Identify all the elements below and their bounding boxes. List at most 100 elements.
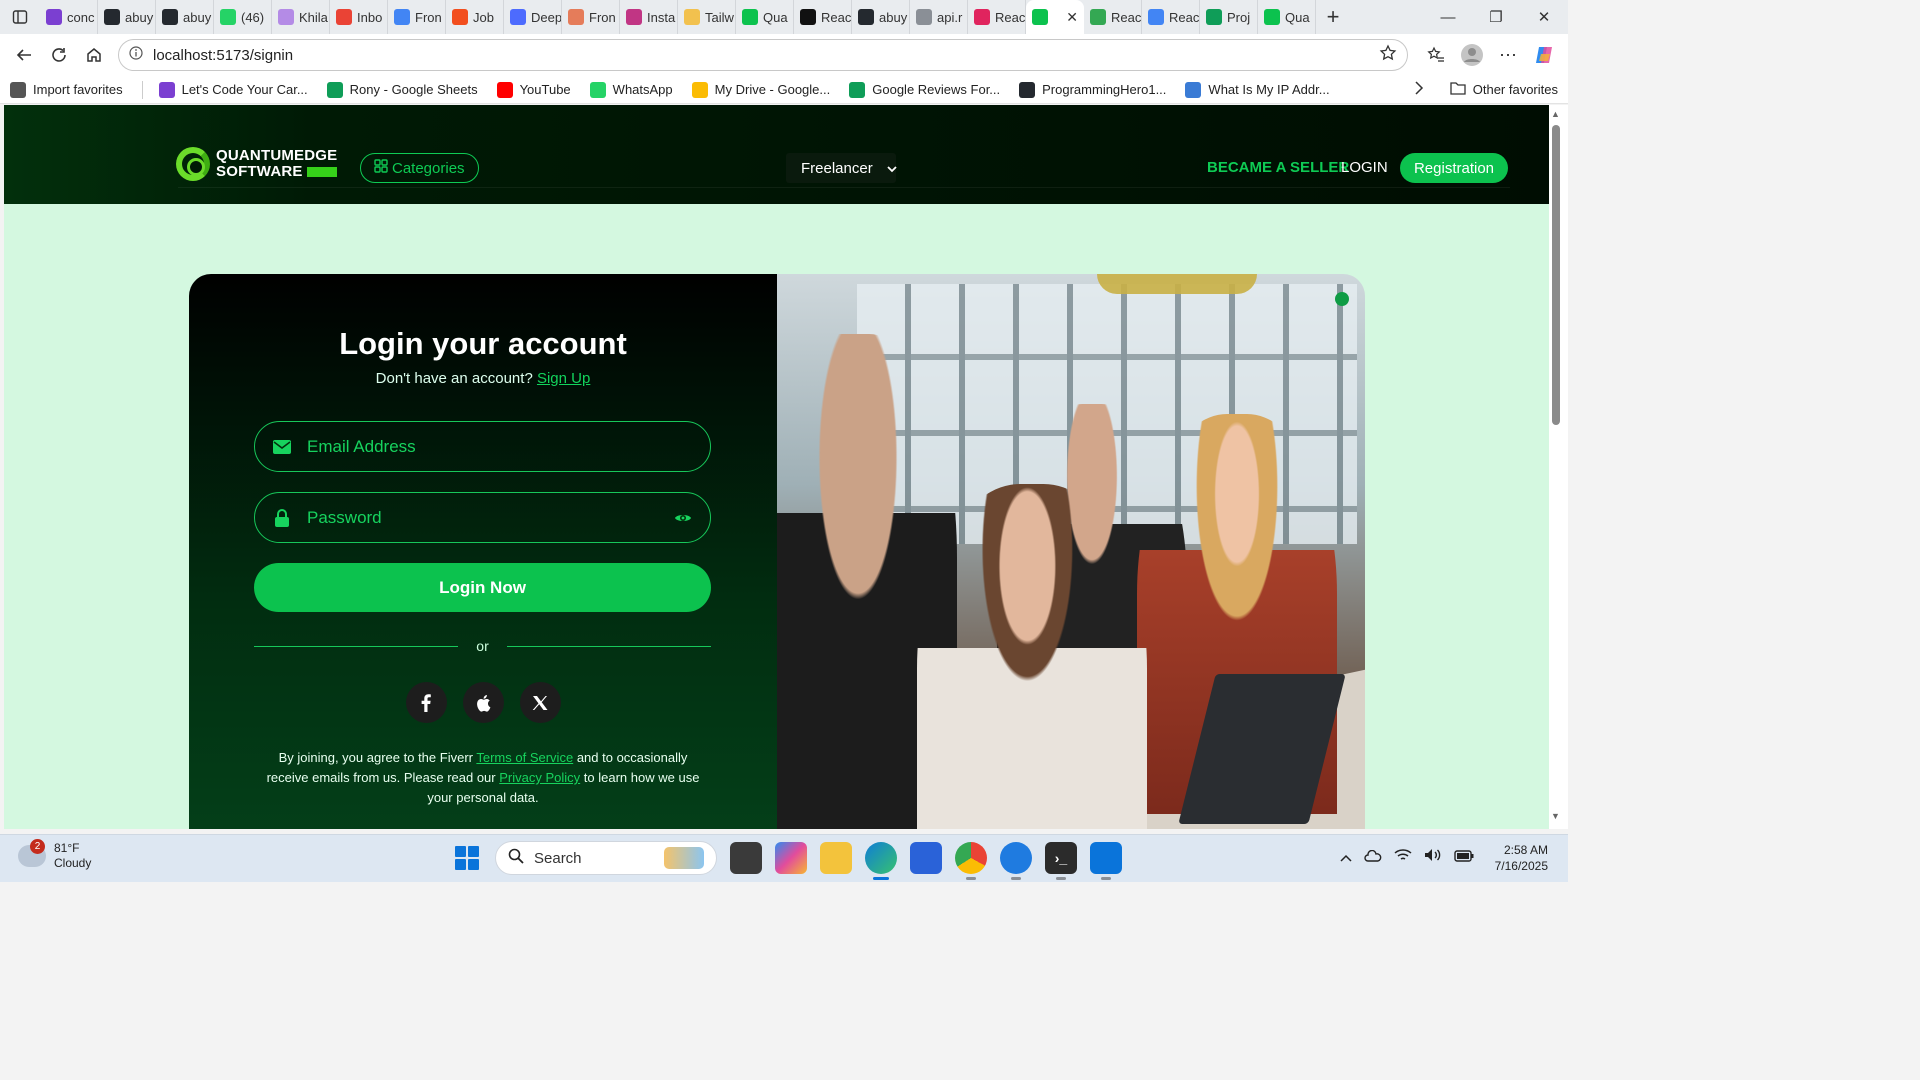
vscode-icon[interactable] xyxy=(1090,842,1122,880)
tab-label: Insta xyxy=(647,9,676,25)
browser-tab[interactable]: Tailw xyxy=(678,0,736,34)
profile-avatar[interactable] xyxy=(1454,37,1490,73)
favorite-item[interactable]: Let's Code Your Car... xyxy=(158,81,308,98)
page-scrollbar[interactable]: ▲ ▼ xyxy=(1549,105,1568,829)
chevron-up-icon[interactable] xyxy=(1340,849,1352,865)
restore-button[interactable]: ❐ xyxy=(1472,0,1520,34)
browser-tab[interactable]: abuy xyxy=(98,0,156,34)
browser-tab[interactable]: Reac xyxy=(794,0,852,34)
home-button[interactable] xyxy=(77,37,112,73)
scrollbar-thumb[interactable] xyxy=(1552,125,1560,425)
favorite-item[interactable]: WhatsApp xyxy=(589,81,673,98)
browser-tab[interactable]: ✕ xyxy=(1026,0,1084,34)
browser-tab-strip: conc abuy abuy (46) Khila Inbo Fron Job Deep Fron… xyxy=(0,0,1568,34)
browser-tab[interactable]: abuy xyxy=(852,0,910,34)
browser-tab[interactable]: (46) xyxy=(214,0,272,34)
more-options-icon[interactable]: ⋯ xyxy=(1490,37,1526,73)
other-favorites-folder[interactable]: Other favorites xyxy=(1450,81,1558,98)
apple-login-button[interactable] xyxy=(462,682,504,723)
favorite-item[interactable]: ProgrammingHero1... xyxy=(1019,81,1166,98)
edge-icon[interactable] xyxy=(865,842,897,880)
close-tab-icon[interactable]: ✕ xyxy=(1066,9,1078,26)
taskbar-search[interactable]: Search xyxy=(495,841,717,875)
tab-actions-icon[interactable] xyxy=(0,0,40,34)
brand-logo[interactable]: QUANTUMEDGE SOFTWARE xyxy=(176,147,337,181)
eye-icon[interactable] xyxy=(674,512,692,524)
address-bar[interactable]: localhost:5173/signin xyxy=(117,39,1408,71)
start-button[interactable] xyxy=(452,843,482,873)
volume-icon[interactable] xyxy=(1424,848,1442,865)
header-divider xyxy=(178,187,1510,188)
categories-button[interactable]: Categories xyxy=(360,153,479,183)
role-select[interactable]: Freelancer xyxy=(786,153,897,183)
refresh-button[interactable] xyxy=(41,37,76,73)
chrome-icon[interactable] xyxy=(955,842,987,880)
browser-tab[interactable]: Deep xyxy=(504,0,562,34)
browser-tab[interactable]: api.r xyxy=(910,0,968,34)
scroll-down-arrow-icon[interactable]: ▼ xyxy=(1551,811,1560,821)
facebook-login-button[interactable] xyxy=(405,682,447,723)
firefox-icon[interactable] xyxy=(1000,842,1032,880)
weather-widget[interactable]: 2 81°F Cloudy xyxy=(18,839,91,871)
back-button[interactable] xyxy=(6,37,41,73)
favorite-label: YouTube xyxy=(519,82,571,97)
terms-of-service-link[interactable]: Terms of Service xyxy=(476,750,573,765)
became-seller-link[interactable]: BECAME A SELLER xyxy=(1207,159,1349,176)
browser-tab[interactable]: Fron xyxy=(562,0,620,34)
privacy-policy-link[interactable]: Privacy Policy xyxy=(499,770,580,785)
favorite-item[interactable]: YouTube xyxy=(496,81,571,98)
x-login-button[interactable] xyxy=(519,682,561,723)
favorite-favicon-icon xyxy=(691,81,708,98)
favorite-item[interactable]: My Drive - Google... xyxy=(691,81,830,98)
close-window-button[interactable]: ✕ xyxy=(1520,0,1568,34)
tab-favicon-icon xyxy=(220,9,236,25)
browser-tab[interactable]: Job xyxy=(446,0,504,34)
wifi-icon[interactable] xyxy=(1394,848,1412,865)
copilot-app-icon[interactable] xyxy=(775,842,807,874)
scroll-up-arrow-icon[interactable]: ▲ xyxy=(1551,109,1560,119)
favorites-overflow-chevron-icon[interactable] xyxy=(1414,81,1424,98)
terminal-icon[interactable]: ›_ xyxy=(1045,842,1077,880)
browser-tab[interactable]: Inbo xyxy=(330,0,388,34)
battery-icon[interactable] xyxy=(1454,849,1474,865)
email-input[interactable] xyxy=(307,436,692,457)
browser-tab[interactable]: Reac xyxy=(968,0,1026,34)
password-field[interactable] xyxy=(254,492,711,543)
registration-button[interactable]: Registration xyxy=(1400,153,1508,183)
browser-tab[interactable]: Proj xyxy=(1200,0,1258,34)
task-view-icon[interactable] xyxy=(730,842,762,874)
favorites-icon[interactable] xyxy=(1418,37,1454,73)
favorite-item[interactable]: Import favorites xyxy=(10,81,123,98)
onedrive-icon[interactable] xyxy=(1364,849,1382,865)
login-submit-button[interactable]: Login Now xyxy=(254,563,711,612)
minimize-button[interactable]: — xyxy=(1424,0,1472,34)
email-field[interactable] xyxy=(254,421,711,472)
new-tab-button[interactable]: + xyxy=(1316,0,1350,34)
browser-tab[interactable]: Reac xyxy=(1084,0,1142,34)
browser-tab[interactable]: Fron xyxy=(388,0,446,34)
login-nav-link[interactable]: LOGIN xyxy=(1341,159,1388,176)
system-clock[interactable]: 2:58 AM 7/16/2025 xyxy=(1482,842,1548,874)
browser-tab[interactable]: Insta xyxy=(620,0,678,34)
url-text[interactable]: localhost:5173/signin xyxy=(153,47,1369,64)
browser-tab[interactable]: Khila xyxy=(272,0,330,34)
microsoft-store-icon[interactable] xyxy=(910,842,942,874)
favorite-item[interactable]: Google Reviews For... xyxy=(849,81,1000,98)
browser-tab[interactable]: conc xyxy=(40,0,98,34)
browser-tab[interactable]: abuy xyxy=(156,0,214,34)
browser-tab[interactable]: Qua xyxy=(736,0,794,34)
favorite-item[interactable]: Rony - Google Sheets xyxy=(326,81,478,98)
favorite-item[interactable]: What Is My IP Addr... xyxy=(1185,81,1330,98)
tab-label: Qua xyxy=(1285,9,1310,25)
browser-tab[interactable]: Reac xyxy=(1142,0,1200,34)
x-logo-icon xyxy=(532,695,548,710)
divider-text: or xyxy=(476,638,489,654)
clock-time: 2:58 AM xyxy=(1503,843,1548,857)
favorite-star-icon[interactable] xyxy=(1379,44,1397,66)
site-info-icon[interactable] xyxy=(129,46,143,64)
copilot-icon[interactable] xyxy=(1526,37,1562,73)
browser-tab[interactable]: Qua xyxy=(1258,0,1316,34)
file-explorer-icon[interactable] xyxy=(820,842,852,874)
signup-link[interactable]: Sign Up xyxy=(537,370,590,387)
password-input[interactable] xyxy=(307,507,658,528)
